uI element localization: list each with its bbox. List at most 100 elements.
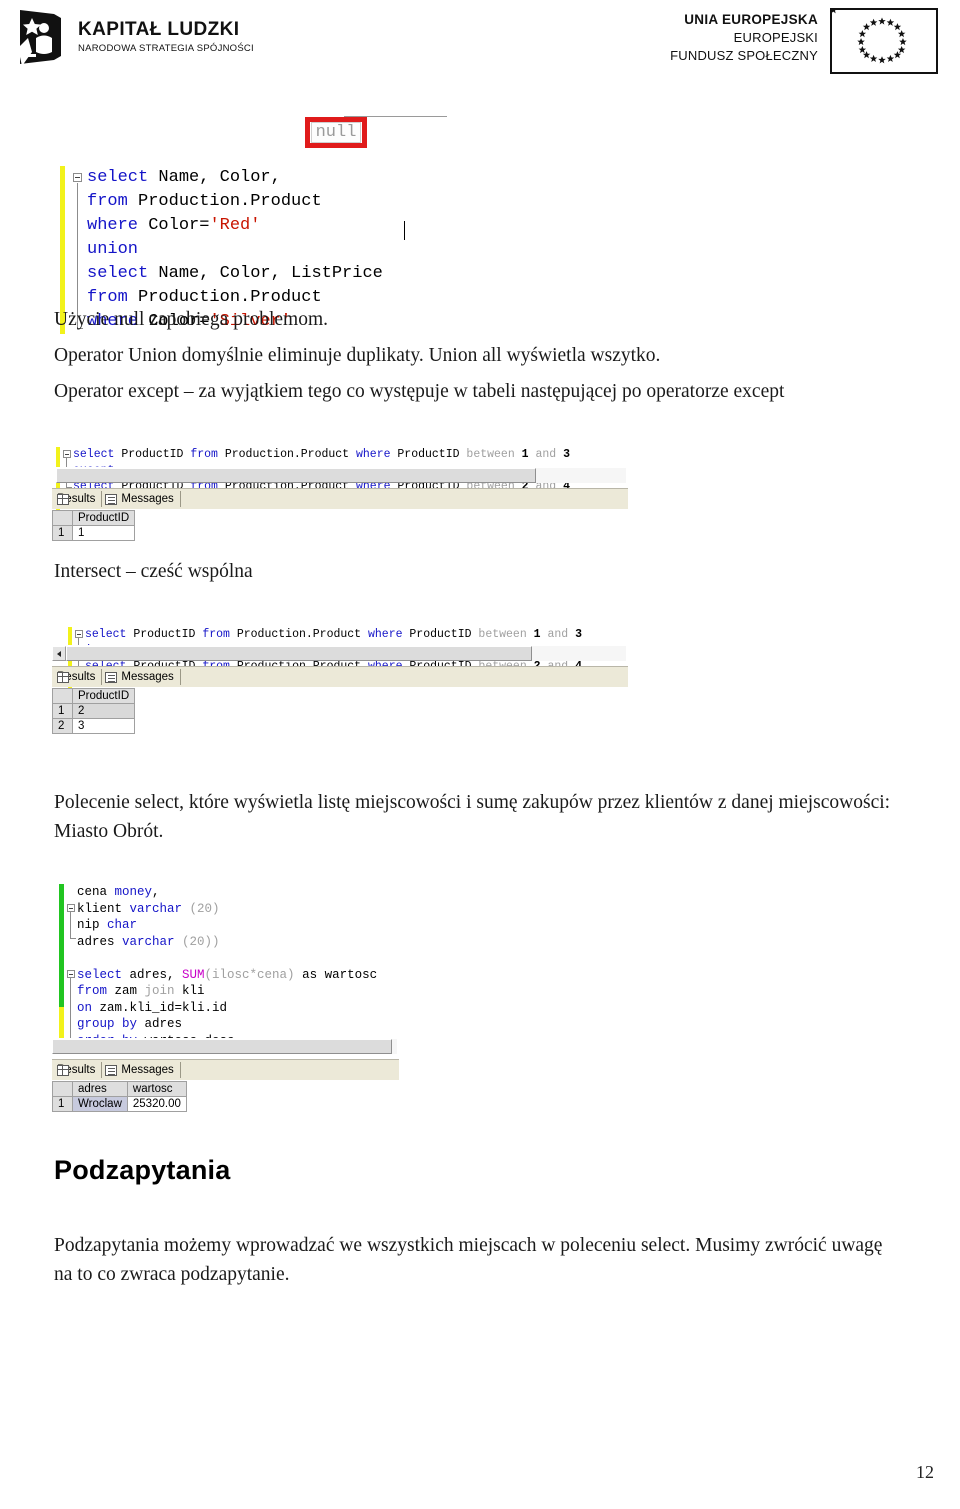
except-code-lines[interactable]: select ProductID from Production.Product… [73,447,636,527]
code-token: adres [137,1017,183,1031]
kapital-ludzki-logo: KAPITAŁ LUDZKI NARODOWA STRATEGIA SPÓJNO… [18,8,254,66]
scroll-left-arrow-icon[interactable] [52,646,66,661]
except-horizontal-scrollbar[interactable] [56,467,626,483]
scrollbar-thumb[interactable] [52,1039,392,1054]
grid-row-number[interactable]: 2 [52,718,73,734]
grid-row[interactable]: 11 [52,525,136,541]
code-line [77,950,458,967]
code-token: between [478,628,527,641]
code-token: varchar [129,901,183,916]
tab-results[interactable]: Results [54,669,103,685]
kapital-ludzki-flag-logo [18,10,61,66]
code-token: 'Red' [209,216,261,235]
code-token: from [202,628,230,641]
code-token: 3 [563,448,570,461]
groupby-result-grid[interactable]: adres wartosc 1 Wroclaw 25320.00 [52,1081,187,1112]
code-line: select ProductID from Production.Product… [85,627,648,643]
code-token: group by [77,1017,138,1031]
grid-column-header[interactable]: wartosc [126,1081,187,1097]
grid-cell[interactable]: 2 [71,703,136,719]
heading-intersect: Intersect – cześć wspólna [54,561,253,582]
scrollbar-thumb[interactable] [56,468,536,483]
code-line: select ProductID from Production.Product… [73,447,636,463]
annotation-leader-line [344,116,447,117]
scrollbar-track[interactable] [536,468,626,483]
messages-icon [105,1064,118,1076]
grid-column-header[interactable]: ProductID [71,688,136,704]
grid-cell[interactable]: 1 [71,525,136,541]
code-token: (20)) [182,934,220,949]
code-token: from [190,448,218,461]
code-token: , [152,885,160,899]
grid-row[interactable]: 23 [52,718,136,734]
grid-column-header[interactable]: ProductID [71,510,136,526]
code-token: adres, [122,967,183,982]
tab-results[interactable]: Results [54,491,103,507]
code-token: ProductID [390,448,467,461]
outline-tree[interactable] [66,884,77,1049]
collapse-toggle-icon[interactable] [63,450,71,458]
code-line: cena money, [77,884,458,901]
scrollbar-track[interactable] [532,646,626,661]
code-token: select [87,168,149,187]
grid-row[interactable]: 1 Wroclaw 25320.00 [52,1096,187,1112]
grid-row[interactable]: 12 [52,703,136,719]
eu-funding-logo: UNIA EUROPEJSKA EUROPEJSKI FUNDUSZ SPOŁE… [670,6,938,74]
groupby-code-block[interactable]: cena money, klient varchar (20) nip char ad… [58,851,458,1066]
outline-endtick [70,938,76,939]
tab-messages-label: Messages [121,493,174,505]
tab-messages[interactable]: Messages [102,669,181,685]
code-line: on zam.kli_id=kli.id [77,1000,458,1017]
intersect-horizontal-scrollbar[interactable] [52,645,626,661]
code-token: join [144,984,175,998]
grid-cell[interactable]: 3 [71,718,136,734]
tab-messages-label: Messages [121,671,174,683]
page-header: KAPITAŁ LUDZKI NARODOWA STRATEGIA SPÓJNO… [0,0,960,78]
grid-corner-cell[interactable] [52,1081,73,1097]
except-results-tabstrip[interactable]: Results Messages [52,488,628,509]
groupby-results-tabstrip[interactable]: Results Messages [52,1059,399,1080]
grid-cell[interactable]: 25320.00 [126,1096,187,1112]
collapse-toggle-icon[interactable] [75,630,83,638]
groupby-code-lines[interactable]: cena money, klient varchar (20) nip char ad… [77,884,458,1049]
code-token: varchar [122,934,175,949]
grid-corner-cell[interactable] [52,510,73,526]
code-token: zam.kli_id=kli.id [92,1000,228,1015]
grid-row-number[interactable]: 1 [52,525,73,541]
tab-messages[interactable]: Messages [102,1062,181,1078]
grid-row-number[interactable]: 1 [52,703,73,719]
code-token: Production.Product [229,628,368,641]
collapse-toggle-icon[interactable] [73,173,82,182]
code-line: nip char [77,917,458,934]
code-token: cena [77,885,115,899]
code-token: (20) [189,901,220,916]
code-line: klient varchar (20) [77,901,458,918]
scrollbar-track[interactable] [392,1039,397,1054]
code-token: SUM [182,967,205,982]
code-token: and [547,628,569,641]
page-number: 12 [916,1462,934,1482]
grid-corner-cell[interactable] [52,688,73,704]
scrollbar-thumb[interactable] [66,646,532,661]
collapse-toggle-icon[interactable] [67,904,75,912]
groupby-horizontal-scrollbar[interactable] [52,1038,397,1054]
grid-column-header[interactable]: adres [72,1081,128,1097]
tab-messages[interactable]: Messages [102,491,181,507]
code-token: zam [107,984,145,998]
intersect-result-grid[interactable]: ProductID 1 2 2 3 [52,688,136,734]
intersect-results-tabstrip[interactable]: Results Messages [52,666,628,687]
code-line: union [87,238,456,262]
tab-results[interactable]: Results [54,1062,103,1078]
collapse-toggle-icon-2[interactable] [67,970,75,978]
results-grid-icon [57,1064,69,1076]
grid-row-number[interactable]: 1 [52,1096,73,1112]
eu-flag-icon [829,6,938,74]
code-line: select Name, Color, ListPrice [87,262,456,286]
results-grid-icon [57,493,69,505]
grid-cell[interactable]: Wroclaw [72,1096,128,1112]
code-token: where [367,628,403,641]
code-token: Name, Color, [148,168,292,187]
except-result-grid[interactable]: ProductID 1 1 [52,510,136,541]
